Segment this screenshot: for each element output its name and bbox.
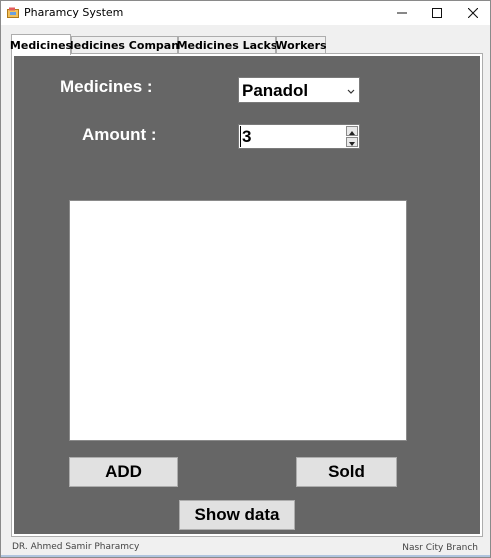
- medicines-dropdown[interactable]: Panadol: [238, 77, 360, 103]
- app-window: Pharamcy System Medicines Medicines Comp…: [0, 0, 491, 558]
- status-bar-edge: [1, 555, 490, 557]
- amount-stepper[interactable]: [238, 124, 360, 149]
- maximize-icon: [432, 5, 442, 21]
- tab-medicines[interactable]: Medicines: [10, 34, 72, 55]
- medicines-selected-value: Panadol: [242, 81, 309, 100]
- show-data-button[interactable]: Show data: [179, 500, 295, 530]
- amount-input[interactable]: [240, 126, 344, 147]
- close-icon: [467, 5, 479, 21]
- minimize-icon: [397, 5, 407, 21]
- medicines-panel: Medicines : Panadol Amount : 3 ADD Sold …: [14, 56, 480, 534]
- status-branch-name: Nasr City Branch: [402, 543, 478, 553]
- status-bar: DR. Ahmed Samir Pharamcy Nasr City Branc…: [1, 538, 490, 557]
- add-button[interactable]: ADD: [69, 457, 178, 487]
- spin-down-icon: [349, 133, 355, 151]
- status-pharmacy-name: DR. Ahmed Samir Pharamcy: [12, 542, 140, 552]
- title-bar[interactable]: Pharamcy System: [1, 1, 490, 25]
- tab-medicines-lacks[interactable]: Medicines Lacks: [177, 36, 277, 54]
- sold-button[interactable]: Sold: [296, 457, 397, 487]
- chevron-down-icon: [346, 84, 356, 96]
- close-button[interactable]: [455, 1, 491, 25]
- maximize-button[interactable]: [419, 1, 455, 25]
- medicines-label: Medicines :: [60, 77, 153, 96]
- pharmacy-app-icon: [7, 6, 19, 18]
- minimize-button[interactable]: [384, 1, 420, 25]
- window-title: Pharamcy System: [24, 6, 124, 19]
- amount-spin-buttons: [346, 126, 358, 147]
- tab-workers[interactable]: Workers: [275, 36, 327, 54]
- tab-medicines-company[interactable]: Medicines Company: [63, 36, 186, 54]
- amount-label: Amount :: [82, 125, 157, 144]
- spin-down-button[interactable]: [346, 137, 358, 147]
- medicines-listbox[interactable]: [69, 200, 407, 441]
